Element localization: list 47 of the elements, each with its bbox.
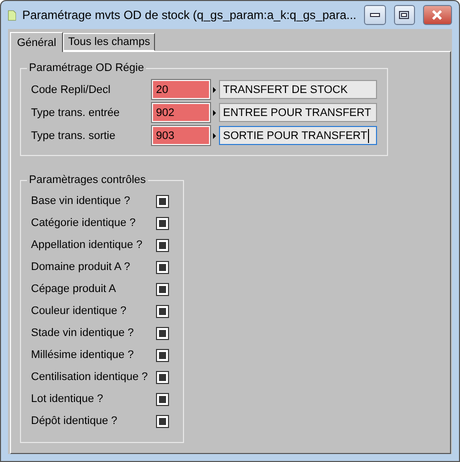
tab[interactable]: Général xyxy=(10,32,64,52)
group-title: Paramètrages contrôles xyxy=(28,174,147,186)
checkbox-label: Domaine produit A ? xyxy=(31,261,132,273)
checkbox[interactable] xyxy=(156,304,169,318)
checkbox-label: Dépôt identique ? xyxy=(31,415,118,427)
checkbox-label: Appellation identique ? xyxy=(31,239,144,251)
pointer-icon xyxy=(213,110,216,116)
checkbox[interactable] xyxy=(156,414,169,428)
checkbox[interactable] xyxy=(156,348,169,362)
checkbox-label: Centilisation identique ? xyxy=(31,371,149,383)
close-icon xyxy=(431,10,444,20)
document-icon xyxy=(8,8,16,22)
checkbox-label: Couleur identique ? xyxy=(31,305,128,317)
checkbox-label: Stade vin identique ? xyxy=(31,327,135,339)
checkbox[interactable] xyxy=(156,238,169,252)
window-title: Paramétrage mvts OD de stock (q_gs_param:a_k:q_gs_para... xyxy=(22,8,356,22)
maximize-button[interactable] xyxy=(394,5,415,25)
text-field[interactable]: SORTIE POUR TRANSFERT xyxy=(219,126,377,145)
checkbox[interactable] xyxy=(156,326,169,340)
code-field[interactable]: 903 xyxy=(152,126,210,145)
field-label: Type trans. sortie xyxy=(31,130,116,142)
checkbox-label: Catégorie identique ? xyxy=(31,217,137,229)
checkbox-label: Millésime identique ? xyxy=(31,349,135,361)
field-label: Type trans. entrée xyxy=(31,106,121,118)
text-cursor xyxy=(368,128,370,142)
group-title: Paramétrage OD Régie xyxy=(28,62,145,74)
checkbox[interactable] xyxy=(156,194,169,208)
checkbox[interactable] xyxy=(156,392,169,406)
code-field[interactable]: 20 xyxy=(152,80,210,99)
minimize-button[interactable] xyxy=(364,5,386,25)
field-label: Code Repli/Decl xyxy=(31,84,112,96)
pointer-icon xyxy=(213,86,216,92)
tab[interactable]: Tous les champs xyxy=(63,33,156,51)
checkbox[interactable] xyxy=(156,282,169,296)
maximize-icon xyxy=(399,11,410,19)
minimize-icon xyxy=(370,13,380,17)
text-field[interactable]: TRANSFERT DE STOCK xyxy=(219,80,377,99)
checkbox[interactable] xyxy=(156,216,169,230)
checkbox[interactable] xyxy=(156,260,169,274)
pointer-icon xyxy=(213,132,216,138)
checkbox-label: Base vin identique ? xyxy=(31,195,132,207)
checkbox-label: Cépage produit A xyxy=(31,283,118,295)
close-button[interactable] xyxy=(422,5,452,25)
code-field[interactable]: 902 xyxy=(152,103,210,122)
checkbox[interactable] xyxy=(156,370,169,384)
text-field[interactable]: ENTREE POUR TRANSFERT xyxy=(219,103,377,122)
checkbox-label: Lot identique ? xyxy=(31,393,104,405)
